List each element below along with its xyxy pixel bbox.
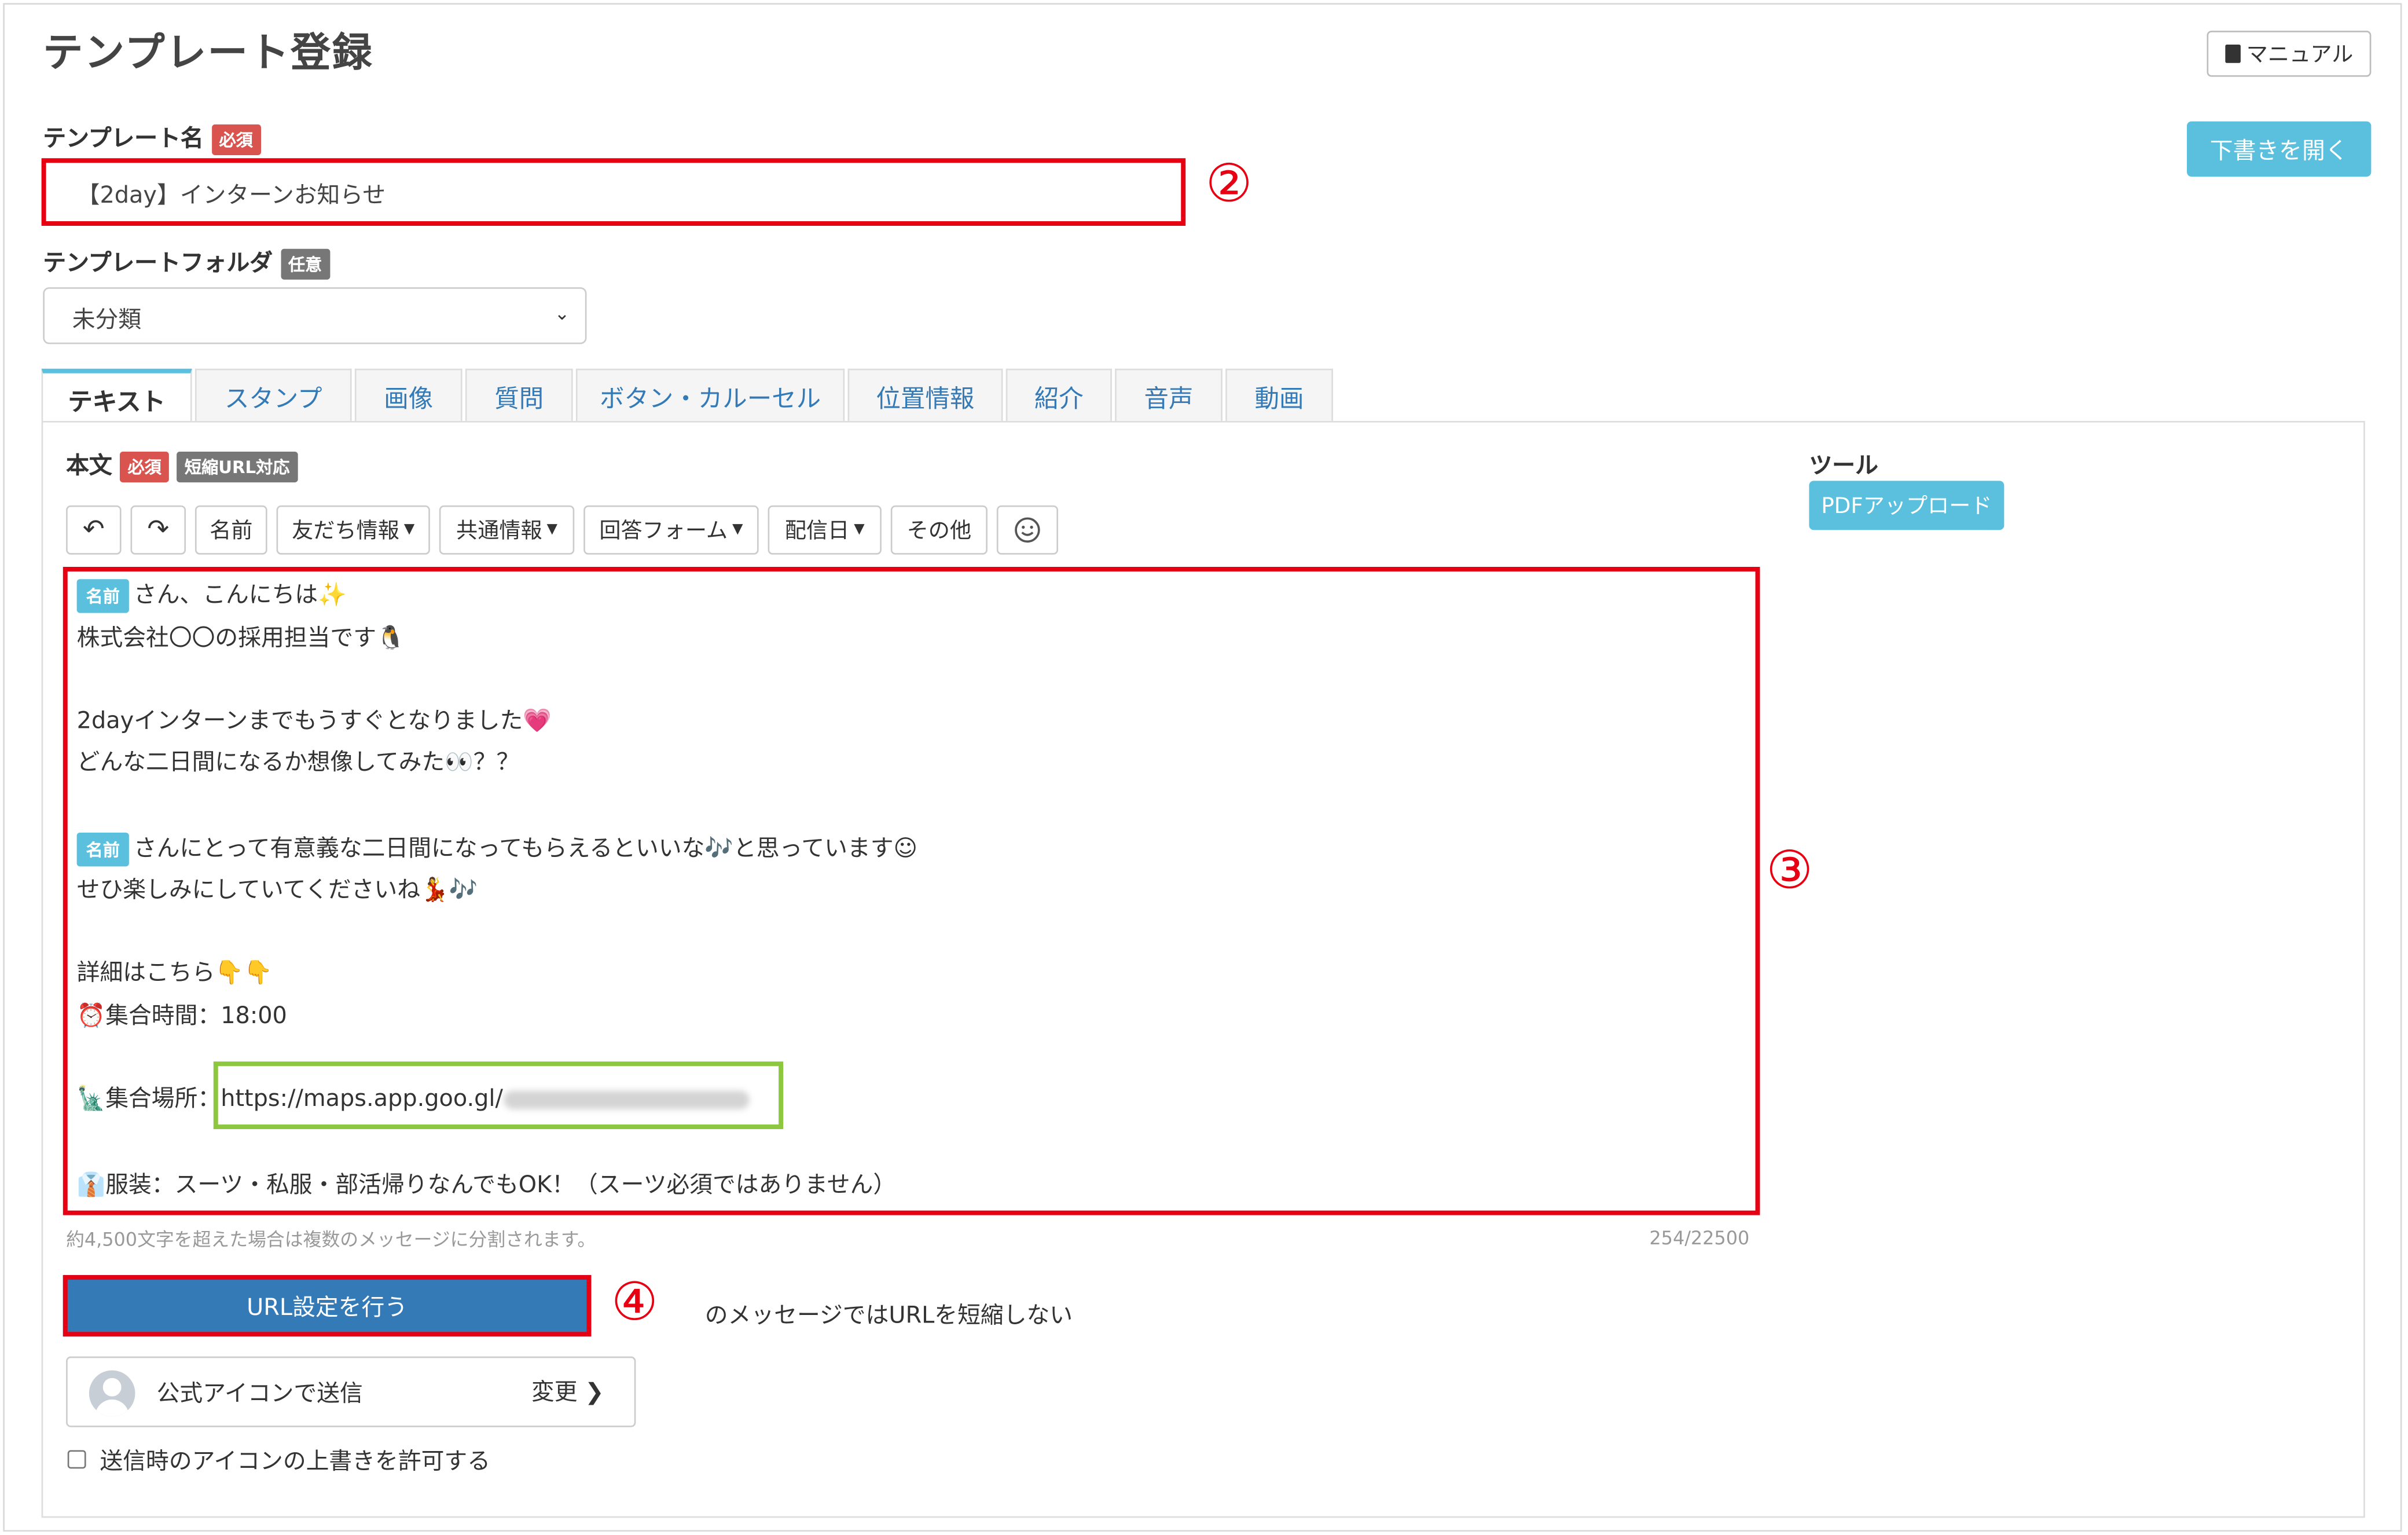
tab-video[interactable]: 動画 xyxy=(1225,368,1333,421)
location-prefix: 🗽集合場所： xyxy=(76,1085,221,1112)
template-name-input[interactable]: 【2day】インターンお知らせ xyxy=(41,158,1186,226)
template-name-label-row: テンプレート名 必須 xyxy=(43,122,261,155)
undo-icon: ↶ xyxy=(82,514,105,545)
editor-line-8: ⏰集合時間：18:00 xyxy=(76,1001,287,1030)
common-info-label: 共通情報 xyxy=(456,519,542,544)
template-folder-label-row: テンプレートフォルダ 任意 xyxy=(43,246,330,279)
caret-down-icon: ▼ xyxy=(403,522,415,538)
char-count: 254/22500 xyxy=(1649,1227,1750,1249)
change-label: 変更 xyxy=(531,1378,578,1406)
tab-introduction[interactable]: 紹介 xyxy=(1005,368,1112,421)
undo-button[interactable]: ↶ xyxy=(66,505,122,555)
folder-select-value: 未分類 xyxy=(72,305,142,334)
caret-down-icon: ▼ xyxy=(854,522,865,538)
name-placeholder-chip: 名前 xyxy=(76,578,129,613)
caret-down-icon: ▼ xyxy=(732,522,743,538)
avatar-body xyxy=(95,1399,129,1417)
body-label: 本文 xyxy=(66,452,112,479)
redo-icon: ↷ xyxy=(147,514,170,545)
change-icon-button[interactable]: 変更 ❯ xyxy=(531,1375,604,1408)
editor-line-6: せひ楽しみにしていてくださいね💃🎶 xyxy=(76,875,478,904)
editor-line-10: 👔服装：スーツ・私服・部活帰りなんでもOK！（スーツ必須ではありません） xyxy=(76,1170,897,1199)
marker-2: ② xyxy=(1205,153,1253,215)
editor-text: さん、こんにちは✨ xyxy=(133,580,347,609)
manual-button[interactable]: マニュアル xyxy=(2207,31,2372,77)
chevron-right-icon: ❯ xyxy=(585,1378,604,1406)
marker-3: ③ xyxy=(1766,840,1813,902)
friend-info-dropdown[interactable]: 友だち情報 ▼ xyxy=(276,505,430,555)
template-folder-label: テンプレートフォルダ xyxy=(43,248,273,277)
folder-select[interactable]: 未分類 ⌄ xyxy=(43,287,587,345)
required-badge: 必須 xyxy=(211,123,261,155)
smiley-icon xyxy=(1015,517,1040,543)
answer-form-label: 回答フォーム xyxy=(599,519,728,544)
marker-4: ④ xyxy=(611,1272,658,1333)
tab-audio[interactable]: 音声 xyxy=(1115,368,1223,421)
editor-line-2: 株式会社〇〇の採用担当です🐧 xyxy=(76,624,405,651)
optional-badge: 任意 xyxy=(280,248,330,279)
avatar-head xyxy=(102,1378,122,1397)
url-settings-button[interactable]: URL設定を行う xyxy=(63,1275,592,1337)
avatar xyxy=(89,1370,135,1417)
url-shorten-note: のメッセージではURLを短縮しない xyxy=(704,1301,1073,1329)
editor-line-1: 名前 さん、こんにちは✨ xyxy=(76,578,347,613)
tab-stamp[interactable]: スタンプ xyxy=(194,368,352,421)
sender-icon-card: 公式アイコンで送信 変更 ❯ xyxy=(66,1356,636,1427)
editor-toolbar: ↶ ↷ 名前 友だち情報 ▼ 共通情報 ▼ 回答フォーム ▼ 配信日 ▼ その他 xyxy=(66,505,1058,555)
open-draft-button[interactable]: 下書きを開く xyxy=(2187,121,2372,177)
emoji-button[interactable] xyxy=(996,505,1058,555)
pdf-upload-button[interactable]: PDFアップロード xyxy=(1809,481,2005,530)
editor-line-3: 2dayインターンまでもうすぐとなりました💗 xyxy=(76,706,552,735)
page-title: テンプレート登録 xyxy=(43,31,374,77)
tab-text[interactable]: テキスト xyxy=(41,368,192,424)
override-icon-label: 送信時のアイコンの上書きを許可する xyxy=(100,1447,491,1475)
delivery-date-dropdown[interactable]: 配信日 ▼ xyxy=(768,505,882,555)
override-icon-checkbox[interactable] xyxy=(67,1450,86,1469)
editor-line-5: 名前 さんにとって有意義な二日間になってもらえるといいな🎶と思っています☺ xyxy=(76,831,918,866)
url-highlight-box xyxy=(213,1061,784,1130)
tools-title: ツール xyxy=(1809,452,1878,479)
chevron-down-icon: ⌄ xyxy=(554,302,570,324)
delivery-date-label: 配信日 xyxy=(784,519,850,544)
editor-line-7: 詳細はこちら👇👇 xyxy=(76,958,273,987)
editor-line-4: どんな二日間になるか想像してみた👀？？ xyxy=(76,748,520,776)
friend-info-label: 友だち情報 xyxy=(292,519,399,544)
split-notice: 約4,500文字を超えた場合は複数のメッセージに分割されます。 xyxy=(66,1229,596,1251)
tab-location[interactable]: 位置情報 xyxy=(847,368,1003,421)
tab-image[interactable]: 画像 xyxy=(354,368,462,421)
other-button[interactable]: その他 xyxy=(890,505,988,555)
manual-label: マニュアル xyxy=(2246,43,2354,68)
common-info-dropdown[interactable]: 共通情報 ▼ xyxy=(439,505,575,555)
sender-icon-label: 公式アイコンで送信 xyxy=(156,1379,363,1408)
caret-down-icon: ▼ xyxy=(546,522,557,538)
book-icon xyxy=(2225,44,2241,63)
redo-button[interactable]: ↷ xyxy=(130,505,186,555)
answer-form-dropdown[interactable]: 回答フォーム ▼ xyxy=(583,505,759,555)
editor-text: さんにとって有意義な二日間になってもらえるといいな🎶と思っています☺ xyxy=(133,834,918,862)
tab-question[interactable]: 質問 xyxy=(465,368,573,421)
template-name-label: テンプレート名 xyxy=(43,124,204,152)
message-type-tabs: テキスト スタンプ 画像 質問 ボタン・カルーセル 位置情報 紹介 音声 動画 xyxy=(41,368,1337,424)
tab-button-carousel[interactable]: ボタン・カルーセル xyxy=(575,368,845,421)
required-badge: 必須 xyxy=(120,450,170,482)
body-label-row: 本文 必須 短縮URL対応 xyxy=(66,449,298,482)
insert-name-button[interactable]: 名前 xyxy=(194,505,267,555)
short-url-badge: 短縮URL対応 xyxy=(177,450,298,482)
name-placeholder-chip: 名前 xyxy=(76,831,129,866)
